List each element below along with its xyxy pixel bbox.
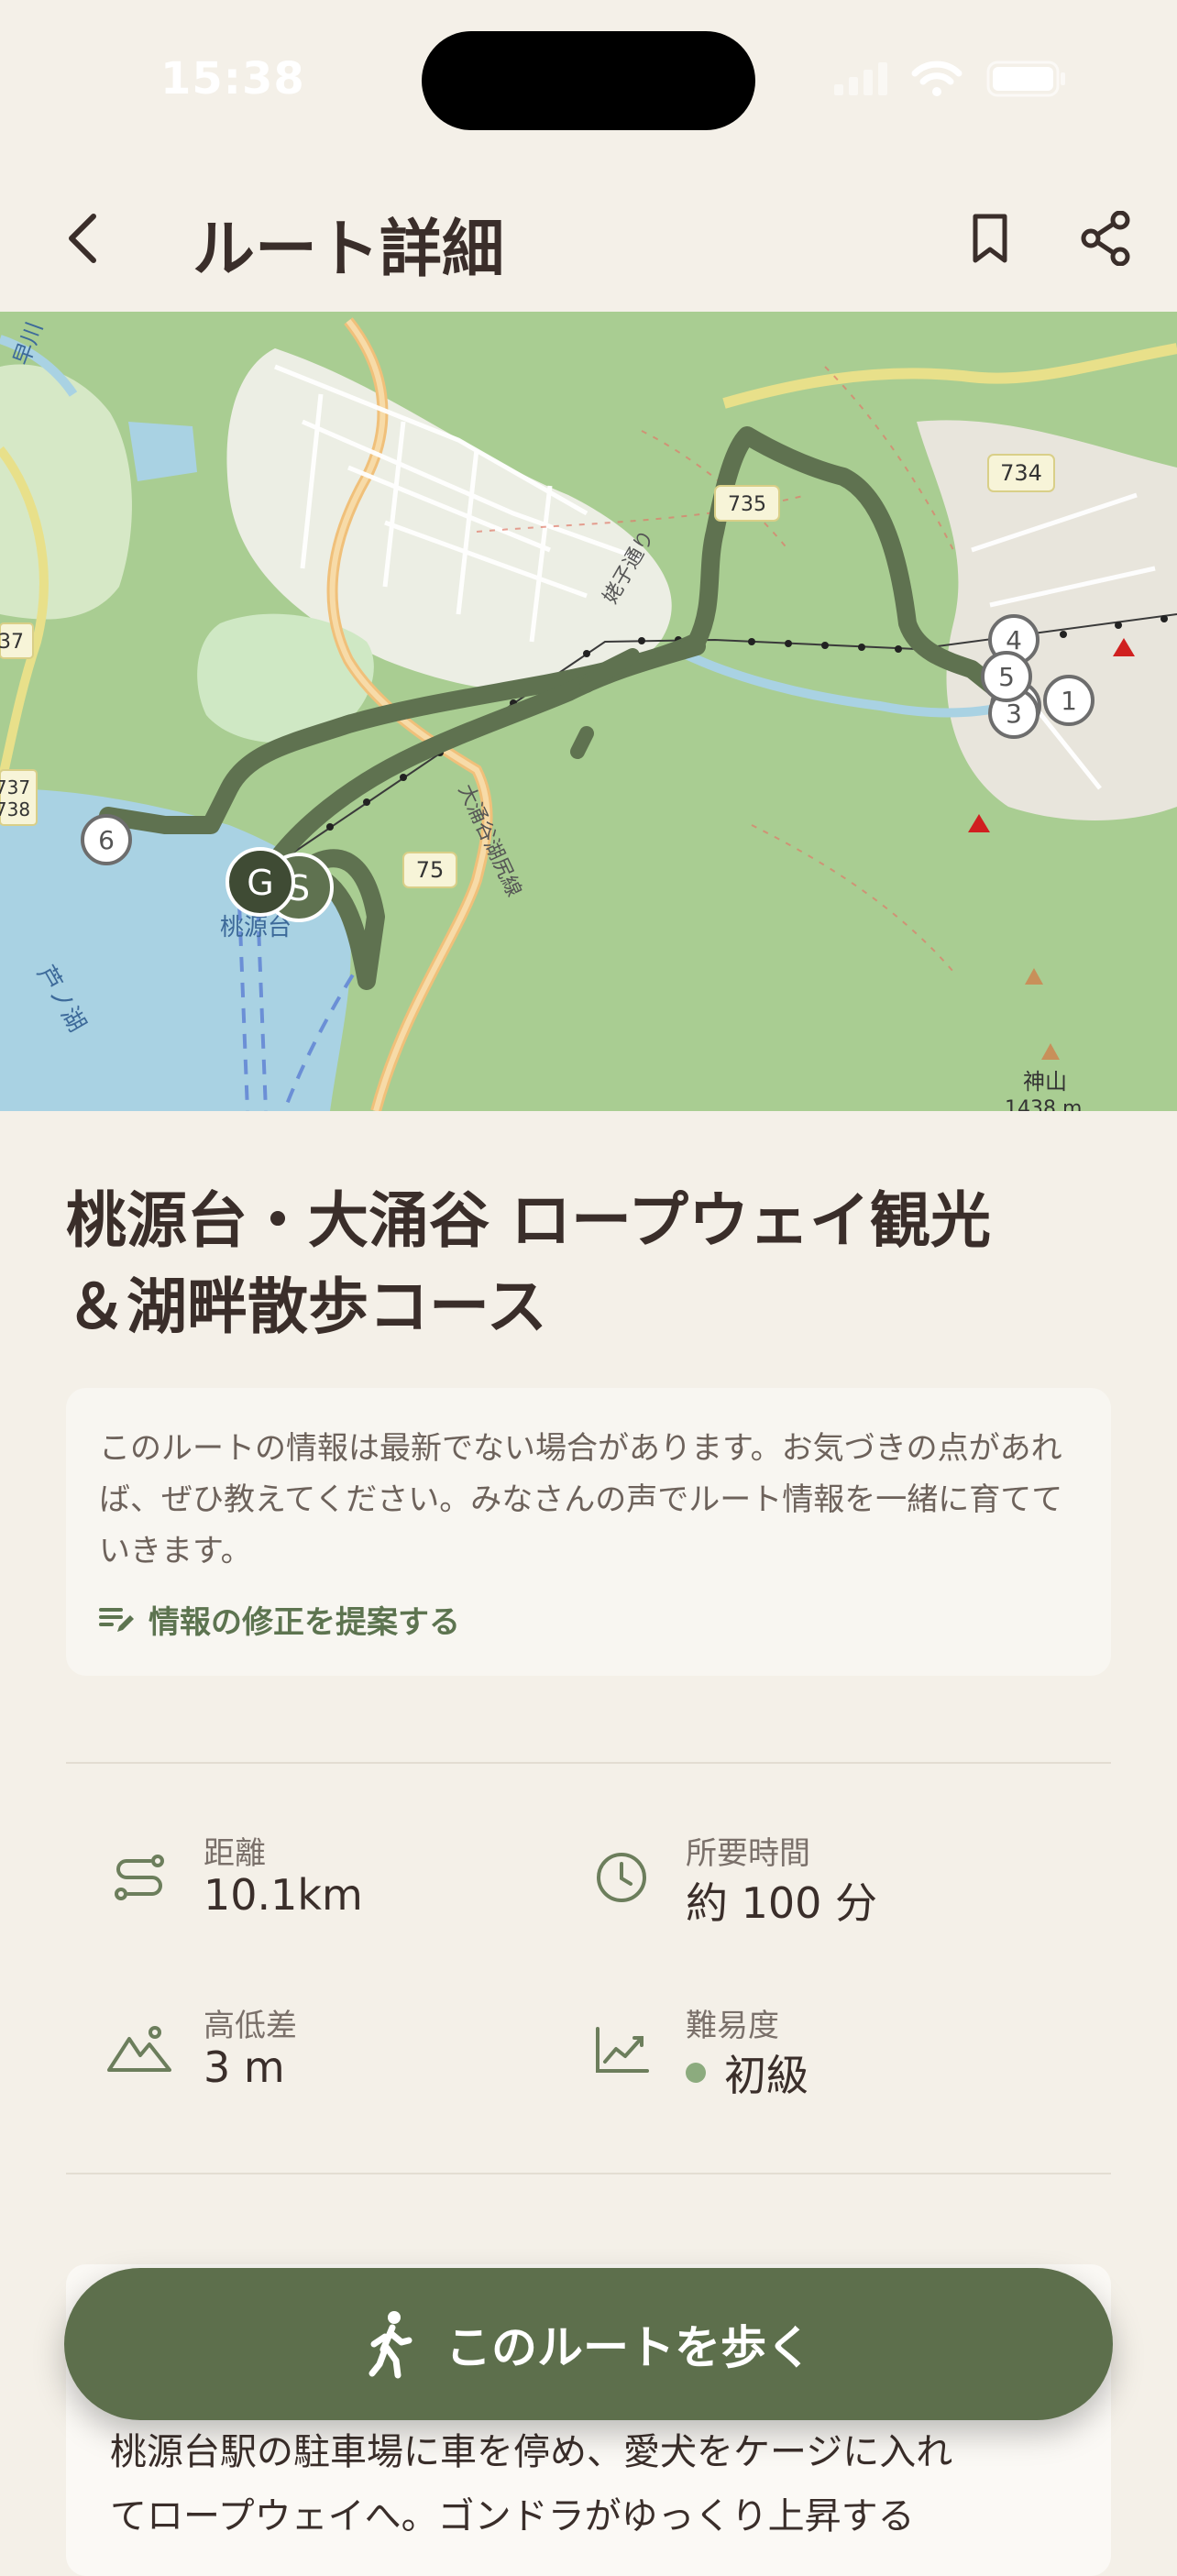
svg-text:738: 738: [0, 798, 30, 820]
dynamic-island: [422, 31, 755, 130]
stat-label: 高低差: [204, 2008, 297, 2044]
suggest-edit-label: 情報の修正を提案する: [148, 1604, 460, 1641]
svg-text:37: 37: [0, 631, 24, 654]
status-time: 15:38: [160, 53, 305, 105]
stat-elevation: 高低差 3 m: [106, 2000, 546, 2110]
route-title-line-1: 桃源台・大涌谷 ロープウェイ観光: [66, 1185, 992, 1256]
map-canvas: 734 75 37 737 738 735 桃源台 芦ノ湖 神山 1438 m …: [0, 312, 1177, 1111]
walk-route-button[interactable]: このルートを歩く: [64, 2268, 1113, 2420]
route-icon: [106, 1844, 172, 1910]
waypoint-marker-1[interactable]: 1: [1043, 675, 1094, 726]
edit-list-icon: [99, 1607, 134, 1632]
share-button[interactable]: [1069, 202, 1142, 275]
info-notice-card: このルートの情報は最新でない場合があります。お気づきの点があれば、ぜひ教えてくだ…: [66, 1388, 1111, 1676]
svg-text:1: 1: [1061, 686, 1077, 716]
svg-text:737: 737: [0, 776, 30, 798]
stat-label: 距離: [204, 1835, 266, 1872]
bookmark-button[interactable]: [953, 202, 1027, 275]
divider: [66, 1762, 1111, 1764]
waypoint-marker-6[interactable]: 6: [81, 814, 132, 865]
cellular-icon: [834, 62, 887, 99]
svg-text:4: 4: [1006, 625, 1022, 655]
difficulty-dot: [686, 2063, 706, 2083]
svg-text:G: G: [247, 863, 273, 903]
svg-text:734: 734: [1000, 460, 1042, 486]
svg-text:6: 6: [98, 825, 115, 855]
walk-icon: [368, 2311, 412, 2379]
svg-text:5: 5: [998, 662, 1015, 692]
route-map[interactable]: 734 75 37 737 738 735 桃源台 芦ノ湖 神山 1438 m …: [0, 312, 1177, 1111]
svg-text:神山: 神山: [1023, 1069, 1067, 1095]
mountain-icon: [106, 2017, 172, 2083]
svg-text:735: 735: [728, 493, 766, 516]
stat-value: 10.1km: [204, 1870, 363, 1920]
svg-text:1438 m: 1438 m: [1005, 1097, 1082, 1111]
stat-difficulty: 難易度 初級: [588, 2000, 1028, 2110]
notice-text: このルートの情報は最新でない場合があります。お気づきの点があれば、ぜひ教えてくだ…: [99, 1430, 1063, 1569]
stat-duration: 所要時間 約 100 分: [588, 1828, 1028, 1938]
svg-text:3: 3: [1006, 699, 1022, 729]
route-title-line-2: ＆湖畔散歩コース: [66, 1271, 547, 1342]
description-text: 桃源台駅の駐車場に車を停め、愛犬をケージに入れ てロープウェイへ。ゴンドラがゆっ…: [110, 2431, 953, 2537]
bookmark-icon: [973, 214, 1007, 263]
svg-text:75: 75: [416, 857, 445, 883]
svg-text:桃源台: 桃源台: [220, 914, 292, 941]
goal-marker[interactable]: G: [226, 847, 295, 917]
page-title: ルート詳細: [192, 214, 505, 286]
stat-value: 3 m: [204, 2042, 285, 2092]
route-title: 桃源台・大涌谷 ロープウェイ観光 ＆湖畔散歩コース: [66, 1178, 1120, 1350]
back-button[interactable]: [46, 202, 119, 275]
share-icon: [1081, 211, 1130, 266]
stat-distance: 距離 10.1km: [106, 1828, 546, 1938]
difficulty-text: 初級: [724, 2051, 808, 2100]
walk-route-label: このルートを歩く: [446, 2322, 812, 2373]
divider: [66, 2173, 1111, 2174]
wifi-icon: [911, 61, 962, 101]
status-indicators: [834, 61, 1067, 101]
waypoint-marker-5[interactable]: 5: [981, 651, 1032, 702]
battery-icon: [986, 61, 1067, 101]
stat-label: 所要時間: [686, 1835, 810, 1872]
navigation-bar: ルート詳細: [0, 165, 1177, 312]
suggest-edit-link[interactable]: 情報の修正を提案する: [99, 1597, 1078, 1642]
clock-icon: [588, 1844, 654, 1910]
chevron-left-icon: [69, 214, 96, 263]
stat-value: 約 100 分: [686, 1878, 878, 1928]
stat-value-difficulty: 初級: [686, 2042, 808, 2103]
stat-label: 難易度: [686, 2008, 779, 2044]
status-bar: 15:38: [0, 0, 1177, 165]
chart-line-icon: [588, 2017, 654, 2083]
